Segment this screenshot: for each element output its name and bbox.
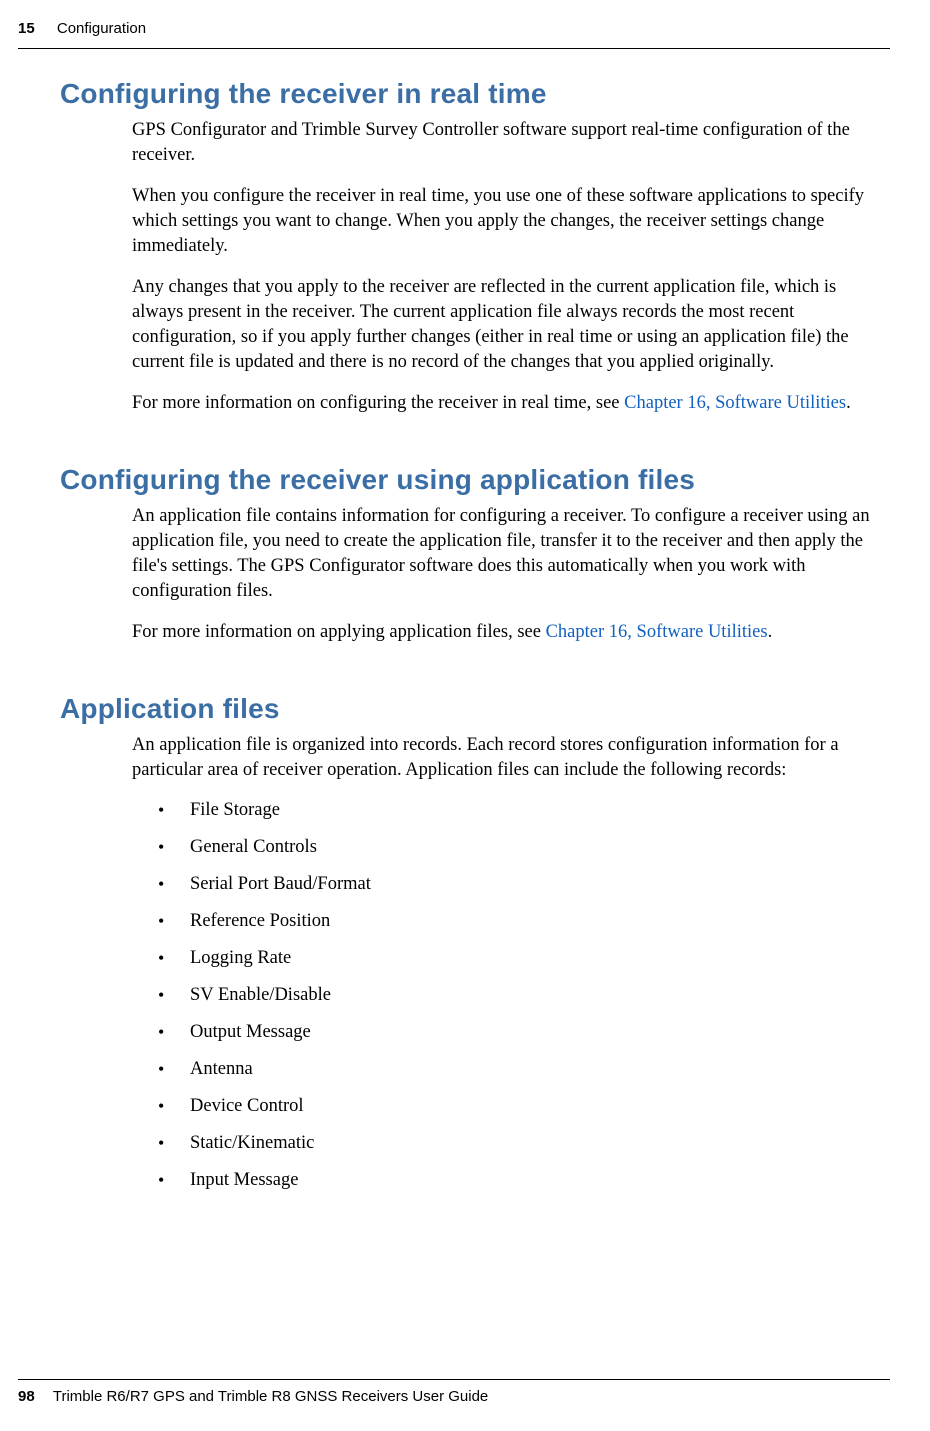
list-item: Output Message <box>158 1020 890 1045</box>
paragraph: When you configure the receiver in real … <box>132 184 890 259</box>
text-run: For more information on applying applica… <box>132 622 546 642</box>
section-body-realtime: GPS Configurator and Trimble Survey Cont… <box>132 118 890 416</box>
page-number: 98 <box>18 1388 35 1405</box>
xref-link-software-utilities[interactable]: Chapter 16, Software Utilities <box>546 622 768 642</box>
paragraph: Any changes that you apply to the receiv… <box>132 275 890 375</box>
paragraph: For more information on applying applica… <box>132 620 890 645</box>
section-body-appfiles-config: An application file contains information… <box>132 504 890 645</box>
content-area: Configuring the receiver in real time GP… <box>60 78 890 1205</box>
section-body-appfiles: An application file is organized into re… <box>132 733 890 1194</box>
page-header: 15 Configuration <box>18 20 890 49</box>
section-heading-realtime: Configuring the receiver in real time <box>60 78 890 110</box>
list-item: Static/Kinematic <box>158 1131 890 1156</box>
paragraph: An application file is organized into re… <box>132 733 890 783</box>
list-item: Logging Rate <box>158 946 890 971</box>
text-run: . <box>768 622 773 642</box>
text-run: For more information on configuring the … <box>132 393 624 413</box>
list-item: Device Control <box>158 1094 890 1119</box>
page-footer: 98 Trimble R6/R7 GPS and Trimble R8 GNSS… <box>18 1379 890 1405</box>
paragraph: GPS Configurator and Trimble Survey Cont… <box>132 118 890 168</box>
paragraph: An application file contains information… <box>132 504 890 604</box>
list-item: SV Enable/Disable <box>158 983 890 1008</box>
chapter-number: 15 <box>18 20 35 37</box>
paragraph: For more information on configuring the … <box>132 391 890 416</box>
section-heading-appfiles: Application files <box>60 693 890 725</box>
list-item: Serial Port Baud/Format <box>158 872 890 897</box>
xref-link-software-utilities[interactable]: Chapter 16, Software Utilities <box>624 393 846 413</box>
list-item: Reference Position <box>158 909 890 934</box>
chapter-title: Configuration <box>57 20 146 37</box>
records-list: File Storage General Controls Serial Por… <box>158 798 890 1193</box>
section-heading-appfiles-config: Configuring the receiver using applicati… <box>60 464 890 496</box>
list-item: Input Message <box>158 1168 890 1193</box>
list-item: General Controls <box>158 835 890 860</box>
list-item: File Storage <box>158 798 890 823</box>
page: 15 Configuration Configuring the receive… <box>0 0 930 1431</box>
list-item: Antenna <box>158 1057 890 1082</box>
text-run: . <box>846 393 851 413</box>
doc-title: Trimble R6/R7 GPS and Trimble R8 GNSS Re… <box>53 1388 488 1405</box>
